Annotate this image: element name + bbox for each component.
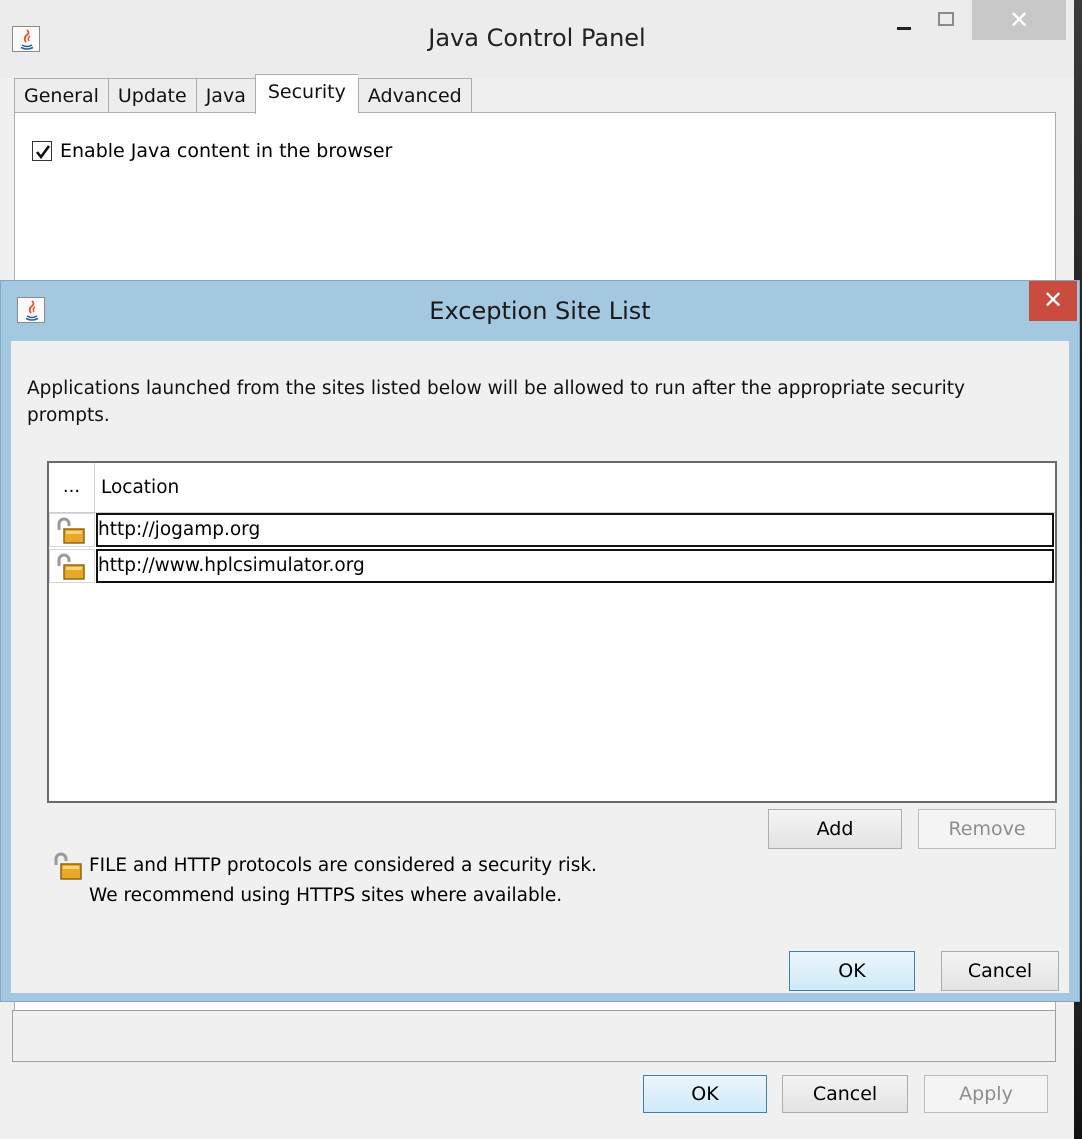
tab-bar: General Update Java Security Advanced — [14, 74, 472, 114]
enable-java-checkbox[interactable] — [32, 141, 52, 161]
unlocked-padlock-icon — [57, 517, 85, 544]
https-recommendation-text: We recommend using HTTPS sites where ava… — [89, 885, 563, 906]
tab-java[interactable]: Java — [195, 78, 255, 113]
minimize-button[interactable] — [880, 4, 926, 38]
minimize-icon — [897, 27, 911, 30]
close-icon: ✕ — [1008, 6, 1030, 34]
tab-security[interactable]: Security — [254, 74, 358, 114]
title-bar[interactable]: Java Control Panel ✕ — [0, 0, 1074, 78]
exception-site-table[interactable]: ... Location http://jogamp.org http://ww… — [47, 461, 1057, 803]
table-row[interactable]: http://www.hplcsimulator.org — [49, 549, 1055, 583]
add-site-button[interactable]: Add — [768, 809, 902, 849]
column-header-location[interactable]: Location — [101, 463, 179, 513]
maximize-button[interactable] — [926, 4, 972, 38]
unlocked-padlock-icon — [54, 852, 82, 880]
dialog-ok-button[interactable]: OK — [789, 951, 915, 991]
lock-cell — [49, 549, 95, 583]
ok-button[interactable]: OK — [643, 1075, 767, 1113]
dialog-title-bar[interactable]: Exception Site List ✕ — [1, 281, 1079, 343]
cancel-button[interactable]: Cancel — [782, 1075, 908, 1113]
location-cell[interactable]: http://jogamp.org — [96, 513, 1054, 547]
checkmark-icon — [35, 145, 51, 160]
apply-button[interactable]: Apply — [924, 1075, 1048, 1113]
lock-cell — [49, 513, 95, 547]
column-header-icon[interactable]: ... — [49, 463, 95, 513]
close-button[interactable]: ✕ — [972, 0, 1066, 40]
tab-advanced[interactable]: Advanced — [357, 78, 472, 113]
dialog-cancel-button[interactable]: Cancel — [941, 951, 1059, 991]
dialog-description: Applications launched from the sites lis… — [27, 378, 965, 426]
tab-update[interactable]: Update — [107, 78, 196, 113]
risk-warning-text: FILE and HTTP protocols are considered a… — [89, 855, 597, 876]
dialog-close-button[interactable]: ✕ — [1029, 281, 1077, 321]
dialog-title: Exception Site List — [429, 297, 651, 325]
remove-site-button[interactable]: Remove — [918, 809, 1056, 849]
unlocked-padlock-icon — [57, 553, 85, 580]
enable-java-label: Enable Java content in the browser — [60, 140, 393, 162]
location-cell[interactable]: http://www.hplcsimulator.org — [96, 549, 1054, 583]
dialog-body: Applications launched from the sites lis… — [11, 341, 1069, 993]
table-row[interactable]: http://jogamp.org — [49, 513, 1055, 547]
close-icon: ✕ — [1042, 286, 1064, 314]
enable-java-checkbox-row[interactable]: Enable Java content in the browser — [32, 140, 392, 162]
maximize-icon — [938, 12, 954, 26]
lower-panel — [12, 1010, 1056, 1062]
exception-site-list-dialog: Exception Site List ✕ Applications launc… — [0, 280, 1080, 1002]
table-header: ... Location — [49, 463, 1055, 513]
tab-general[interactable]: General — [14, 78, 108, 113]
